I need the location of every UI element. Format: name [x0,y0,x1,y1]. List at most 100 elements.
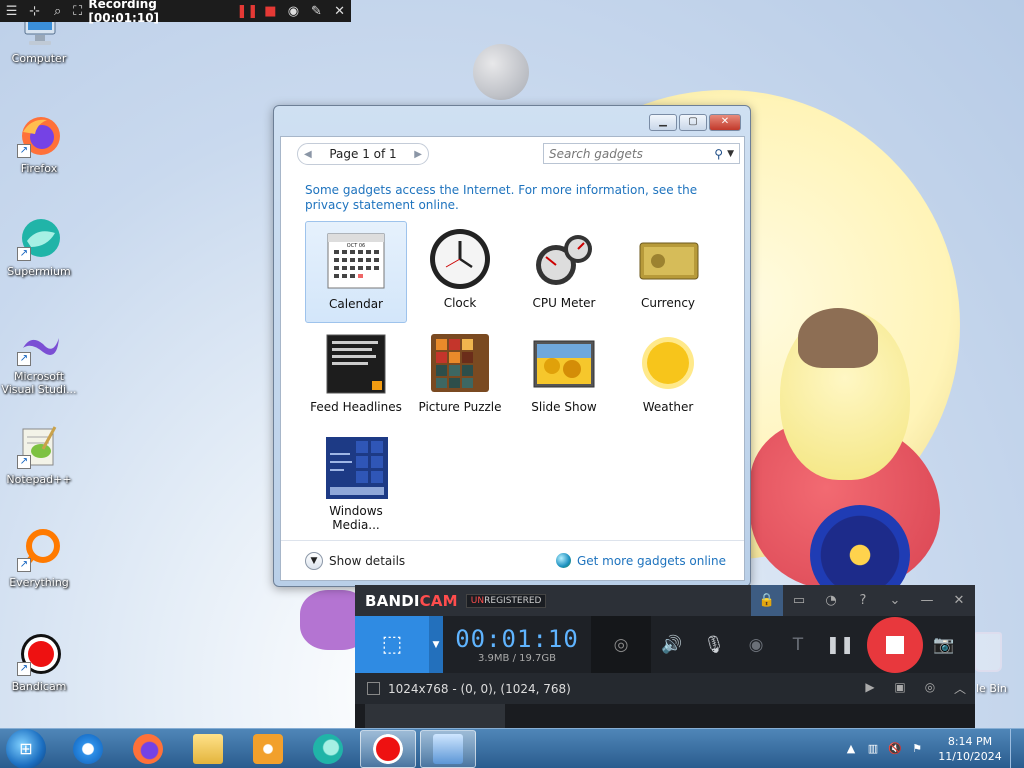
search-icon[interactable]: ⚲ [714,147,723,161]
gadget-windows-media[interactable]: Windows Media... [305,429,407,532]
shortcut-arrow-icon: ↗ [17,247,31,261]
search-input[interactable]: Search gadgets [549,147,714,161]
show-desktop-button[interactable] [1010,728,1024,768]
get-more-gadgets-link[interactable]: Get more gadgets online [555,553,726,568]
gadget-picture-puzzle[interactable]: Picture Puzzle [409,325,511,427]
close-button[interactable]: ✕ [709,114,741,131]
desktop-icon-firefox[interactable]: ↗ Firefox [0,114,78,175]
explorer-icon [193,733,223,764]
stop-record-button[interactable] [867,616,923,673]
shortcut-arrow-icon: ↗ [17,558,31,572]
taskbar-ie[interactable] [60,730,116,768]
minimize-button[interactable]: ▁ [649,114,677,131]
desktop-icon-bandicam[interactable]: ↗ Bandicam [0,632,78,693]
region-checkbox[interactable] [367,682,380,695]
region-icon[interactable]: ⌕ [46,0,69,22]
taskbar-explorer[interactable] [180,730,236,768]
minimize-to-tray-icon[interactable]: ⌄ [879,585,911,616]
slide-show-icon [532,331,596,395]
firefox-icon: ↗ [17,114,61,158]
taskbar-gadgets[interactable] [420,729,476,768]
region-select-icon[interactable]: ⛶ [69,0,86,22]
camera-icon[interactable]: ◉ [282,0,305,22]
gadget-gallery-window: ▁ ▢ ✕ ◀ Page 1 of 1 ▶ Search gadgets ⚲ ▼… [273,105,751,587]
screen-mode-button[interactable]: ⬚ [355,616,429,673]
taskbar-firefox[interactable] [120,730,176,768]
mode-dropdown-button[interactable]: ▼ [429,616,443,673]
desktop-icon-supermium[interactable]: ↗ Supermium [0,217,78,278]
action-center-flag-icon[interactable]: ⚑ [906,742,928,755]
visual-studio-icon: ↗ [17,330,61,366]
gadget-weather[interactable]: Weather [617,325,719,427]
gadget-clock[interactable]: Clock [409,221,511,323]
video-icon[interactable]: ▶ [855,680,885,697]
gadget-feed-headlines[interactable]: Feed Headlines [305,325,407,427]
menu-icon[interactable]: ☰ [0,0,23,22]
screenshot-camera-icon[interactable]: 📷 [929,616,959,673]
gadget-label: Feed Headlines [310,400,402,414]
search-box[interactable]: Search gadgets ⚲ ▼ [543,143,740,164]
calendar-month-label: OCT 06 [346,243,366,249]
desktop-icon-notepadpp[interactable]: ↗ Notepad++ [0,425,78,486]
taskbar-bandicam[interactable] [360,729,416,768]
shortcut-arrow-icon: ↗ [17,352,31,366]
next-page-button[interactable]: ▶ [414,149,422,160]
network-icon[interactable]: ▥ [862,742,884,755]
gadget-currency[interactable]: Currency [617,221,719,323]
show-details-button[interactable]: ▼ Show details [305,551,406,570]
folder-icon[interactable]: ▭ [783,585,815,616]
start-button[interactable]: ⊞ [6,728,46,768]
search-dropdown-icon[interactable]: ▼ [727,149,734,159]
gadget-slide-show[interactable]: Slide Show [513,325,615,427]
show-details-label: Show details [329,553,406,568]
pause-icon[interactable]: ❚❚ [236,0,259,22]
previous-page-button[interactable]: ◀ [304,149,312,160]
windows-logo-icon: ⊞ [19,739,33,758]
microphone-icon[interactable]: 🎙 [693,616,735,673]
pencil-icon[interactable]: ✎ [305,0,328,22]
desktop-icon-label: Firefox [20,162,58,175]
gadget-gallery-content: ◀ Page 1 of 1 ▶ Search gadgets ⚲ ▼ Some … [280,136,745,581]
desktop-icon-label: Everything [9,576,69,589]
windows-media-icon [324,435,388,499]
close-icon[interactable]: ✕ [943,585,975,616]
desktop-icon-everything[interactable]: ↗ Everything [0,528,78,589]
close-icon[interactable]: ✕ [328,0,351,22]
gadget-label: Clock [443,296,477,310]
desktop-icon-label: Supermium [7,265,71,278]
wallpaper-duck-hat [798,308,878,368]
help-icon[interactable]: ? [847,585,879,616]
collapse-icon[interactable]: ︿ [945,680,975,697]
chevron-down-icon: ▼ [305,551,323,570]
taskbar: ⊞ ▲ ▥ 🔇 ⚑ 8:14 PM 11/10/2024 [0,728,1024,768]
lock-icon[interactable]: 🔒 [751,585,783,616]
bandicam-window: BANDICAM UNREGISTERED 🔒 ▭ ◔ ? ⌄ — ✕ ⬚ ▼ … [355,585,975,728]
desktop-icon-visual-studio[interactable]: ↗ Microsoft Visual Studi... [0,330,78,396]
taskbar-media-player[interactable] [240,730,296,768]
cursor-effect-icon[interactable]: ◉ [735,616,777,673]
volume-muted-icon[interactable]: 🔇 [884,742,906,755]
gadget-label: CPU Meter [532,296,596,310]
gadget-label: Weather [642,400,694,414]
taskbar-supermium[interactable] [300,730,356,768]
pause-button[interactable]: ❚❚ [819,616,861,673]
gadget-label: Currency [640,296,696,310]
stop-icon[interactable]: ■ [259,0,282,22]
history-icon[interactable]: ◔ [815,585,847,616]
speaker-icon[interactable]: 🔊 [651,616,693,673]
gadget-cpu-meter[interactable]: CPU Meter [513,221,615,323]
desktop-icon-label: Notepad++ [6,473,72,486]
gadget-calendar[interactable]: OCT 06 Calendar [305,221,407,323]
clock[interactable]: 8:14 PM 11/10/2024 [934,734,1006,764]
bandicam-tab[interactable] [365,704,505,728]
text-overlay-icon[interactable]: T [777,616,819,673]
webcam-off-icon[interactable]: ◎ [591,616,651,673]
resize-icon[interactable]: ⊹ [23,0,46,22]
maximize-button[interactable]: ▢ [679,114,707,131]
image-icon[interactable]: ▣ [885,680,915,697]
internet-notice-link[interactable]: Some gadgets access the Internet. For mo… [305,183,715,213]
gadget-label: Calendar [329,297,383,311]
broadcast-icon[interactable]: ◎ [915,680,945,697]
minimize-icon[interactable]: — [911,585,943,616]
show-hidden-icons[interactable]: ▲ [840,742,862,755]
